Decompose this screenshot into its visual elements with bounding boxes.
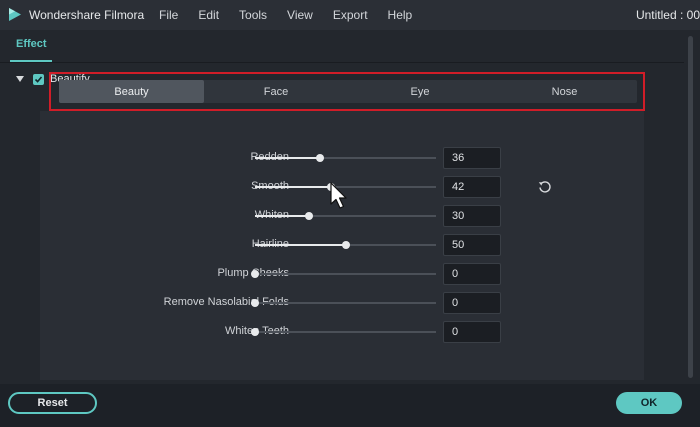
collapse-triangle-icon[interactable] [16, 76, 24, 82]
slider-row-hairline: Hairline 50 [40, 234, 644, 256]
slider-row-whiten: Whiten 30 [40, 205, 644, 227]
slider-row-redden: Redden 36 [40, 147, 644, 169]
document-title: Untitled : 00 [635, 8, 700, 22]
divider [0, 62, 684, 63]
menu-items: File Edit Tools View Export Help [159, 8, 432, 22]
beautify-checkbox[interactable] [33, 73, 44, 85]
subtab-eye[interactable]: Eye [348, 80, 492, 103]
menu-bar: Wondershare Filmora File Edit Tools View… [0, 0, 700, 30]
whiten-slider[interactable] [255, 212, 436, 220]
slider-fill [255, 186, 332, 188]
slider-thumb[interactable] [327, 183, 336, 191]
slider-thumb[interactable] [251, 328, 259, 336]
nasolabial-value-field[interactable]: 0 [443, 292, 501, 314]
scrollbar-thumb[interactable] [688, 36, 693, 378]
menu-view[interactable]: View [287, 8, 313, 22]
slider-fill [255, 244, 346, 246]
scrollbar[interactable] [684, 30, 700, 384]
slider-row-smooth: Smooth 42 [40, 176, 644, 198]
whiten-teeth-slider[interactable] [251, 328, 436, 336]
menu-edit[interactable]: Edit [198, 8, 219, 22]
sliders-area: Redden 36 Smooth 42 Whiten 30 Hairline [40, 111, 644, 380]
subtab-beauty[interactable]: Beauty [59, 80, 204, 103]
reset-icon[interactable] [537, 179, 553, 195]
smooth-value-field[interactable]: 42 [443, 176, 501, 198]
checkmark-icon [34, 75, 43, 83]
filmora-logo-icon [9, 8, 21, 21]
plump-cheeks-value-field[interactable]: 0 [443, 263, 501, 285]
slider-thumb[interactable] [251, 299, 259, 307]
redden-slider[interactable] [255, 154, 436, 162]
slider-row-nasolabial: Remove Nasolabial Folds 0 [40, 292, 644, 314]
plump-cheeks-slider[interactable] [251, 270, 436, 278]
reset-button[interactable]: Reset [8, 392, 97, 414]
subtab-face[interactable]: Face [204, 80, 348, 103]
menu-help[interactable]: Help [388, 8, 413, 22]
subtab-nose[interactable]: Nose [492, 80, 637, 103]
menu-file[interactable]: File [159, 8, 178, 22]
redden-value-field[interactable]: 36 [443, 147, 501, 169]
slider-row-whiten-teeth: Whiten Teeth 0 [40, 321, 644, 343]
slider-fill [255, 157, 321, 159]
slider-fill [255, 215, 310, 217]
nasolabial-slider[interactable] [251, 299, 436, 307]
whiten-teeth-value-field[interactable]: 0 [443, 321, 501, 343]
slider-thumb[interactable] [251, 270, 259, 278]
smooth-slider[interactable] [255, 183, 436, 191]
whiten-value-field[interactable]: 30 [443, 205, 501, 227]
tab-effect[interactable]: Effect [16, 38, 47, 50]
slider-row-plump-cheeks: Plump Cheeks 0 [40, 263, 644, 285]
hairline-slider[interactable] [255, 241, 436, 249]
subtabs: Beauty Face Eye Nose [59, 80, 637, 103]
slider-thumb[interactable] [316, 154, 325, 162]
slider-thumb[interactable] [341, 241, 350, 249]
ok-button[interactable]: OK [616, 392, 682, 414]
hairline-value-field[interactable]: 50 [443, 234, 501, 256]
footer: Reset OK [0, 384, 700, 427]
app-name: Wondershare Filmora [29, 8, 145, 22]
slider-thumb[interactable] [305, 212, 314, 220]
menu-export[interactable]: Export [333, 8, 368, 22]
menu-tools[interactable]: Tools [239, 8, 267, 22]
